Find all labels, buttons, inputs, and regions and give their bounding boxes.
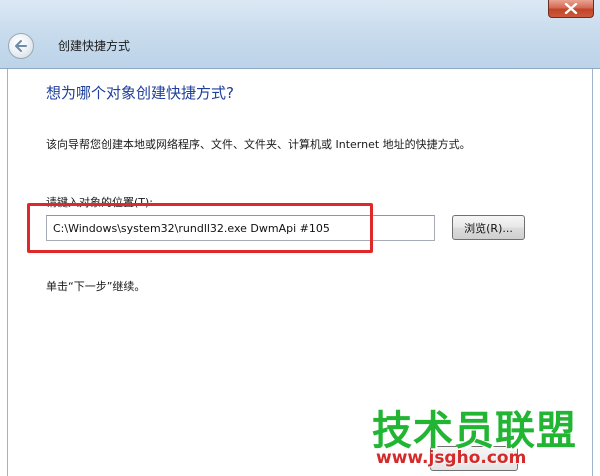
back-arrow-icon: [15, 40, 27, 52]
location-label: 请键入对象的位置(T):: [46, 196, 154, 209]
browse-button[interactable]: 浏览(R)...: [452, 215, 525, 240]
location-input[interactable]: [46, 215, 435, 241]
close-button[interactable]: [548, 0, 594, 18]
back-button[interactable]: [8, 33, 34, 59]
watermark-url: www.jsgho.com: [376, 448, 527, 468]
wizard-description: 该向导帮您创建本地或网络程序、文件、文件夹、计算机或 Internet 地址的快…: [46, 138, 471, 151]
dialog-title: 创建快捷方式: [58, 39, 131, 53]
site-watermark: 技术员联盟 www.jsgho.com: [372, 398, 592, 474]
page-heading: 想为哪个对象创建快捷方式?: [46, 84, 234, 102]
create-shortcut-window: 创建快捷方式 想为哪个对象创建快捷方式? 该向导帮您创建本地或网络程序、文件、文…: [0, 0, 600, 476]
title-bar: 创建快捷方式: [0, 0, 600, 69]
continue-hint: 单击“下一步”继续。: [46, 280, 146, 293]
close-icon: [564, 3, 578, 14]
